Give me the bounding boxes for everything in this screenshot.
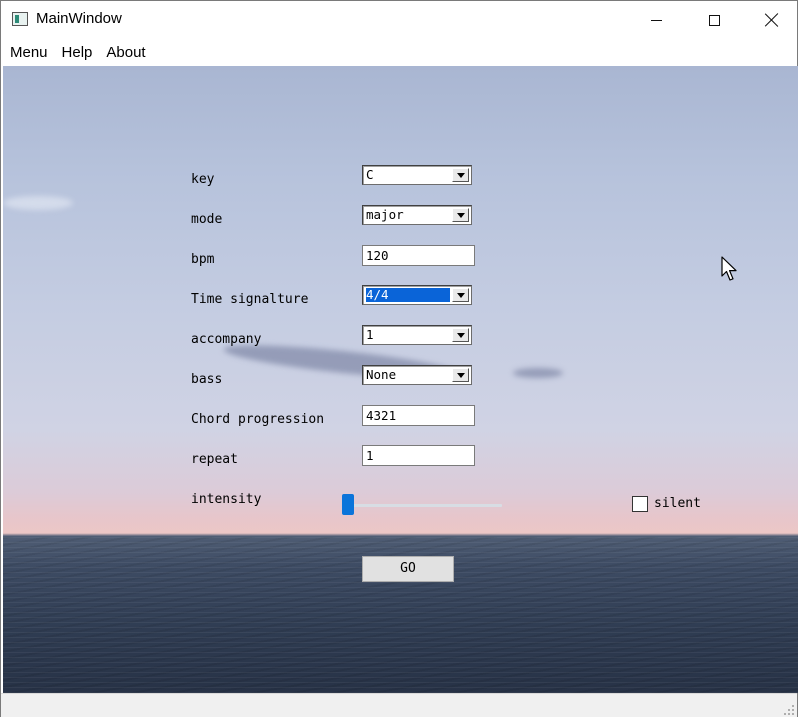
status-bar <box>1 693 797 717</box>
key-label: key <box>191 172 215 187</box>
chevron-down-icon[interactable] <box>452 368 469 382</box>
menu-item-about[interactable]: About <box>101 44 150 61</box>
background-cloud <box>513 368 563 378</box>
intensity-slider-handle[interactable] <box>342 494 354 515</box>
accompany-label: accompany <box>191 332 262 347</box>
key-value: C <box>366 168 374 182</box>
time-signature-value: 4/4 <box>366 288 450 302</box>
menu-item-menu[interactable]: Menu <box>5 44 53 61</box>
mode-label: mode <box>191 212 223 227</box>
chord-progression-label: Chord progression <box>191 412 325 427</box>
silent-checkbox[interactable] <box>632 496 648 512</box>
mode-combobox[interactable]: major <box>362 205 472 225</box>
bpm-input[interactable]: 120 <box>362 245 475 266</box>
window-title: MainWindow <box>36 10 122 27</box>
menu-item-help[interactable]: Help <box>57 44 98 61</box>
chevron-down-icon[interactable] <box>452 168 469 182</box>
repeat-input[interactable]: 1 <box>362 445 475 466</box>
time-signature-label: Time signalture <box>191 292 309 307</box>
bass-value: None <box>366 368 397 382</box>
bpm-label: bpm <box>191 252 215 267</box>
maximize-button[interactable] <box>685 1 743 39</box>
accompany-combobox[interactable]: 1 <box>362 325 472 345</box>
key-combobox[interactable]: C <box>362 165 472 185</box>
chevron-down-icon[interactable] <box>452 328 469 342</box>
intensity-label: intensity <box>191 492 262 507</box>
maximize-icon <box>708 14 720 26</box>
central-widget: key mode bpm Time signalture accompany b… <box>3 66 798 693</box>
intensity-slider-track[interactable] <box>350 504 502 507</box>
close-button[interactable] <box>743 1 798 39</box>
mouse-cursor-icon <box>721 256 737 281</box>
minimize-button[interactable] <box>627 1 685 39</box>
chord-progression-input[interactable]: 4321 <box>362 405 475 426</box>
resize-grip-icon[interactable] <box>783 704 795 716</box>
title-bar[interactable]: MainWindow <box>1 1 797 39</box>
accompany-value: 1 <box>366 328 374 342</box>
bass-label: bass <box>191 372 223 387</box>
mode-value: major <box>366 208 404 222</box>
minimize-icon <box>650 19 662 21</box>
chevron-down-icon[interactable] <box>452 288 469 302</box>
repeat-label: repeat <box>191 452 238 467</box>
bass-combobox[interactable]: None <box>362 365 472 385</box>
close-icon <box>765 13 779 27</box>
main-window: MainWindow Menu Help About key mode bpm … <box>0 0 798 717</box>
go-button[interactable]: GO <box>362 556 454 582</box>
app-window-icon <box>12 12 28 26</box>
silent-label[interactable]: silent <box>654 496 701 511</box>
menu-bar: Menu Help About <box>1 39 797 65</box>
background-cloud <box>3 196 73 210</box>
chevron-down-icon[interactable] <box>452 208 469 222</box>
time-signature-combobox[interactable]: 4/4 <box>362 285 472 305</box>
